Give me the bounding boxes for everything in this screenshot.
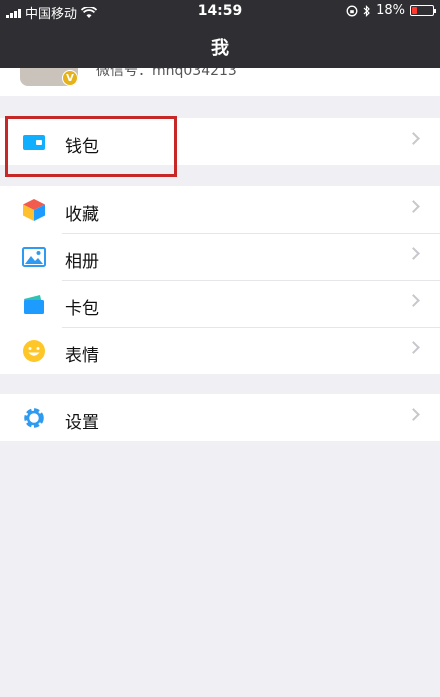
chevron-right-icon [407, 200, 420, 213]
chevron-right-icon [407, 247, 420, 260]
menu-item-cards[interactable]: 卡包 [0, 280, 440, 327]
menu-item-stickers[interactable]: 表情 [0, 327, 440, 374]
menu-item-label: 卡包 [65, 299, 99, 319]
menu-item-label: 设置 [65, 413, 99, 433]
group-collections: 收藏 相册 卡包 表情 [0, 186, 440, 374]
wechat-id-label: 微信号：mhq034213 [96, 68, 237, 79]
menu-item-label: 相册 [65, 252, 99, 272]
favorites-cube-icon [23, 199, 45, 221]
menu-item-settings[interactable]: 设置 [0, 394, 440, 441]
rotation-lock-icon [346, 5, 358, 16]
status-bar: 中国移动 14:59 18% [0, 0, 440, 22]
page-title: 我 [211, 38, 229, 59]
profile-header[interactable]: V 微信号：mhq034213 [0, 68, 440, 96]
group-settings: 设置 [0, 394, 440, 441]
battery-icon [410, 5, 436, 16]
chevron-right-icon [407, 341, 420, 354]
sticker-smile-icon [23, 340, 45, 362]
status-right: 18% [346, 3, 436, 18]
menu-item-label: 收藏 [65, 205, 99, 225]
verified-badge: V [62, 70, 78, 86]
cards-icon [24, 295, 44, 314]
gear-icon [24, 408, 44, 428]
chevron-right-icon [407, 408, 420, 421]
menu-item-label: 表情 [65, 346, 99, 366]
chevron-right-icon [407, 294, 420, 307]
menu-item-album[interactable]: 相册 [0, 233, 440, 280]
wallet-highlight-box [5, 116, 177, 177]
battery-percent: 18% [376, 3, 405, 18]
chevron-right-icon [407, 132, 420, 145]
bluetooth-icon [363, 4, 370, 17]
menu-item-favorites[interactable]: 收藏 [0, 186, 440, 233]
top-bar: 中国移动 14:59 18% 我 [0, 0, 440, 68]
album-icon [22, 247, 46, 267]
